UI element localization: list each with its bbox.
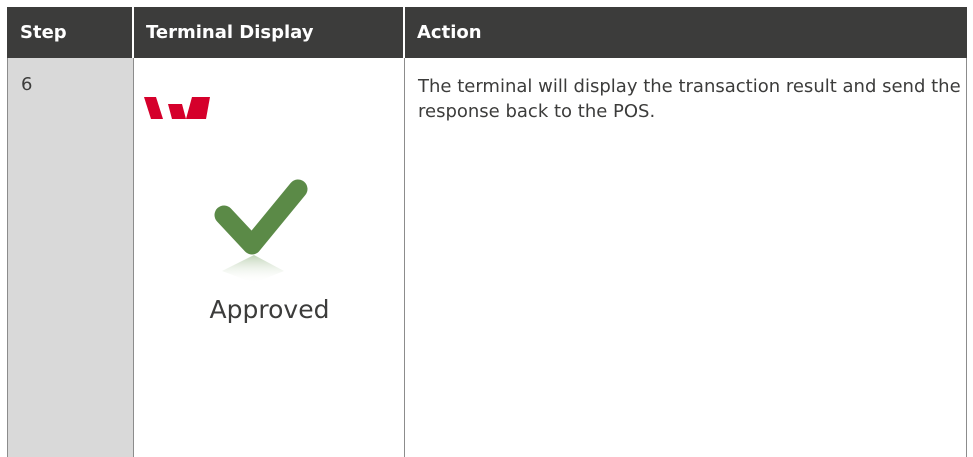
step-cell: 6 — [7, 58, 133, 457]
terminal-display-cell: Approved — [133, 58, 404, 457]
header-action: Action — [417, 22, 482, 43]
westpac-logo-icon — [144, 97, 210, 119]
action-cell: The terminal will display the transactio… — [404, 58, 967, 457]
approved-status-text: Approved — [209, 295, 330, 324]
instruction-table: Step Terminal Display Action 6 Approved … — [7, 7, 967, 457]
checkmark-icon — [214, 179, 308, 283]
header-terminal-display: Terminal Display — [146, 22, 314, 43]
action-description: The terminal will display the transactio… — [418, 76, 961, 122]
step-number: 6 — [21, 74, 33, 95]
header-step: Step — [20, 22, 67, 43]
table-row: 6 Approved The terminal will display the… — [7, 58, 967, 457]
table-header: Step Terminal Display Action — [7, 7, 967, 58]
